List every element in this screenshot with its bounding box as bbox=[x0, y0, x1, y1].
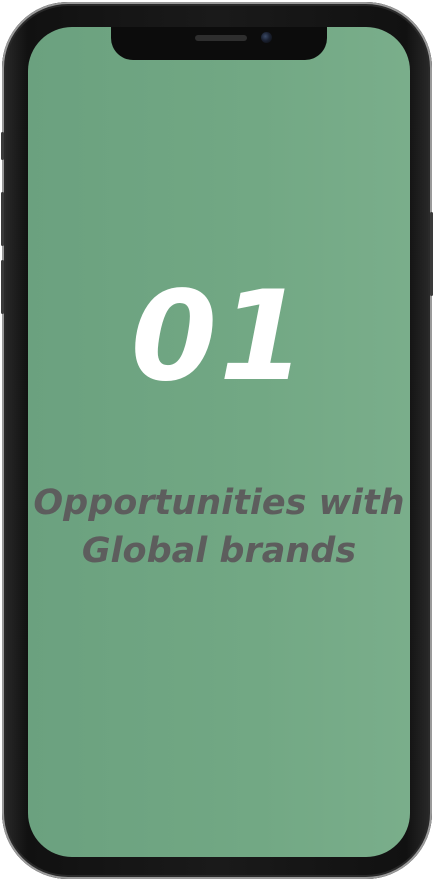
headline-line-1: Opportunities with bbox=[33, 483, 405, 523]
slide-number: 01 bbox=[130, 265, 308, 409]
silent-switch bbox=[1, 132, 4, 160]
phone-screen: 01 Opportunities with Global brands bbox=[28, 27, 410, 857]
volume-down-button bbox=[1, 260, 4, 314]
speaker-icon bbox=[195, 35, 247, 41]
power-button bbox=[430, 212, 433, 296]
phone-frame: 01 Opportunities with Global brands bbox=[1, 2, 433, 879]
volume-up-button bbox=[1, 192, 4, 246]
slide-headline: Opportunities with Global brands bbox=[28, 479, 410, 575]
camera-icon bbox=[261, 32, 272, 43]
headline-line-2: Global brands bbox=[81, 531, 357, 571]
notch bbox=[111, 27, 327, 60]
